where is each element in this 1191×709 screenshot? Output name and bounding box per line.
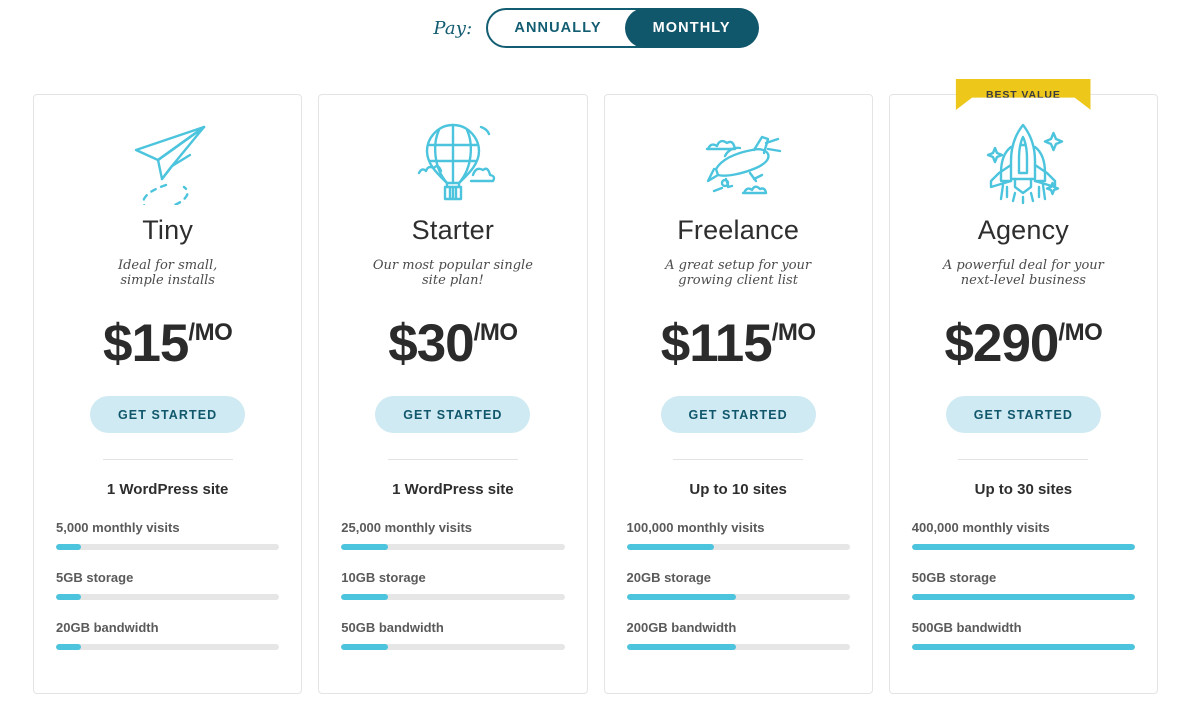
plan-name: Starter xyxy=(411,215,495,245)
feature-meter-fill xyxy=(911,644,1135,650)
pricing-cards: Tiny Ideal for small, simple installs $15 … xyxy=(33,79,1158,694)
feature-meter-track xyxy=(626,544,850,550)
pricing-card-agency: BEST VALUE Agency A powerful deal for you… xyxy=(888,79,1158,694)
billing-period-toggle[interactable]: ANNUALLY MONTHLY xyxy=(486,8,758,48)
toggle-option-annually[interactable]: ANNUALLY xyxy=(488,10,627,46)
feature-meter-track xyxy=(911,594,1135,600)
feature-label: 500GB bandwidth xyxy=(911,620,1022,635)
feature-item: 400,000 monthly visits xyxy=(911,520,1135,550)
feature-item: 20GB storage xyxy=(626,570,850,600)
feature-list: 100,000 monthly visits 20GB storage 200G… xyxy=(626,520,850,670)
feature-label: 25,000 monthly visits xyxy=(341,520,473,535)
card-divider xyxy=(673,459,804,460)
pay-label: Pay: xyxy=(433,17,473,39)
hot-air-balloon-icon xyxy=(407,115,499,207)
feature-meter-track xyxy=(911,644,1135,650)
feature-meter-fill xyxy=(56,544,81,550)
feature-item: 500GB bandwidth xyxy=(911,620,1135,650)
get-started-button[interactable]: GET STARTED xyxy=(90,396,246,433)
pricing-card-starter: Starter Our most popular single site plan!… xyxy=(318,94,588,694)
plan-tagline: A powerful deal for your next-level busin… xyxy=(942,258,1104,288)
feature-meter-track xyxy=(911,544,1135,550)
best-value-badge: BEST VALUE xyxy=(955,79,1091,110)
feature-meter-fill xyxy=(911,544,1135,550)
feature-meter-fill xyxy=(626,594,736,600)
price-amount: $30 xyxy=(388,314,474,373)
feature-label: 100,000 monthly visits xyxy=(626,520,765,535)
feature-item: 100,000 monthly visits xyxy=(626,520,850,550)
price-amount: $115 xyxy=(660,314,773,373)
get-started-button[interactable]: GET STARTED xyxy=(375,396,531,433)
feature-meter-fill xyxy=(341,544,389,550)
feature-item: 50GB storage xyxy=(911,570,1135,600)
feature-item: 5,000 monthly visits xyxy=(56,520,280,550)
billing-period-toggle-row: Pay: ANNUALLY MONTHLY xyxy=(0,8,1191,48)
feature-label: 5GB storage xyxy=(56,570,134,585)
site-count: 1 WordPress site xyxy=(106,481,229,498)
feature-item: 5GB storage xyxy=(56,570,280,600)
plan-name: Agency xyxy=(977,215,1069,245)
feature-label: 20GB storage xyxy=(626,570,712,585)
plan-price: $15 /MO xyxy=(102,314,233,373)
feature-meter-fill xyxy=(626,644,736,650)
airplane-icon xyxy=(692,115,784,207)
feature-item: 20GB bandwidth xyxy=(56,620,280,650)
price-period: /MO xyxy=(188,319,233,346)
pricing-card-tiny: Tiny Ideal for small, simple installs $15 … xyxy=(33,94,303,694)
card-divider xyxy=(102,459,233,460)
feature-list: 25,000 monthly visits 10GB storage 50GB … xyxy=(341,520,565,670)
feature-item: 10GB storage xyxy=(341,570,565,600)
feature-meter-track xyxy=(626,644,850,650)
feature-meter-fill xyxy=(341,594,389,600)
rocket-icon xyxy=(977,115,1069,207)
feature-label: 5,000 monthly visits xyxy=(56,520,180,535)
plan-price: $290 /MO xyxy=(944,314,1103,373)
plan-price: $30 /MO xyxy=(388,314,518,373)
plan-name: Freelance xyxy=(677,215,800,245)
plan-tagline: A great setup for your growing client lis… xyxy=(665,258,812,288)
feature-label: 200GB bandwidth xyxy=(626,620,737,635)
site-count: Up to 10 sites xyxy=(689,481,787,498)
feature-meter-fill xyxy=(911,594,1135,600)
price-amount: $15 xyxy=(102,314,189,373)
card-divider xyxy=(387,459,518,460)
plan-tagline: Our most popular single site plan! xyxy=(372,258,533,288)
feature-list: 5,000 monthly visits 5GB storage 20GB ba… xyxy=(56,520,280,670)
feature-meter-track xyxy=(56,594,280,600)
site-count: Up to 30 sites xyxy=(974,481,1073,498)
site-count: 1 WordPress site xyxy=(392,481,514,498)
feature-meter-track xyxy=(56,544,280,550)
feature-label: 50GB storage xyxy=(911,570,997,585)
card-divider xyxy=(958,459,1089,460)
feature-meter-track xyxy=(626,594,850,600)
paper-plane-icon xyxy=(122,115,214,207)
feature-meter-fill xyxy=(56,594,81,600)
feature-label: 10GB storage xyxy=(341,570,426,585)
feature-meter-track xyxy=(341,644,565,650)
feature-meter-track xyxy=(56,644,280,650)
price-period: /MO xyxy=(473,319,518,346)
pricing-card-freelance: Freelance A great setup for your growing c… xyxy=(603,94,873,694)
get-started-button[interactable]: GET STARTED xyxy=(660,396,816,433)
plan-tagline: Ideal for small, simple installs xyxy=(117,258,218,288)
feature-meter-track xyxy=(341,594,565,600)
feature-meter-fill xyxy=(341,644,389,650)
feature-label: 400,000 monthly visits xyxy=(911,520,1050,535)
price-period: /MO xyxy=(1058,319,1103,346)
plan-price: $115 /MO xyxy=(660,314,816,373)
feature-item: 25,000 monthly visits xyxy=(341,520,565,550)
feature-meter-fill xyxy=(626,544,714,550)
feature-item: 50GB bandwidth xyxy=(341,620,565,650)
feature-label: 50GB bandwidth xyxy=(341,620,444,635)
price-amount: $290 xyxy=(944,314,1060,373)
feature-item: 200GB bandwidth xyxy=(626,620,850,650)
get-started-button[interactable]: GET STARTED xyxy=(945,396,1101,433)
toggle-option-monthly[interactable]: MONTHLY xyxy=(626,10,757,46)
feature-label: 20GB bandwidth xyxy=(56,620,159,635)
feature-meter-fill xyxy=(56,644,81,650)
feature-list: 400,000 monthly visits 50GB storage 500G… xyxy=(911,520,1135,670)
feature-meter-track xyxy=(341,544,565,550)
plan-name: Tiny xyxy=(142,215,194,245)
price-period: /MO xyxy=(771,319,816,346)
